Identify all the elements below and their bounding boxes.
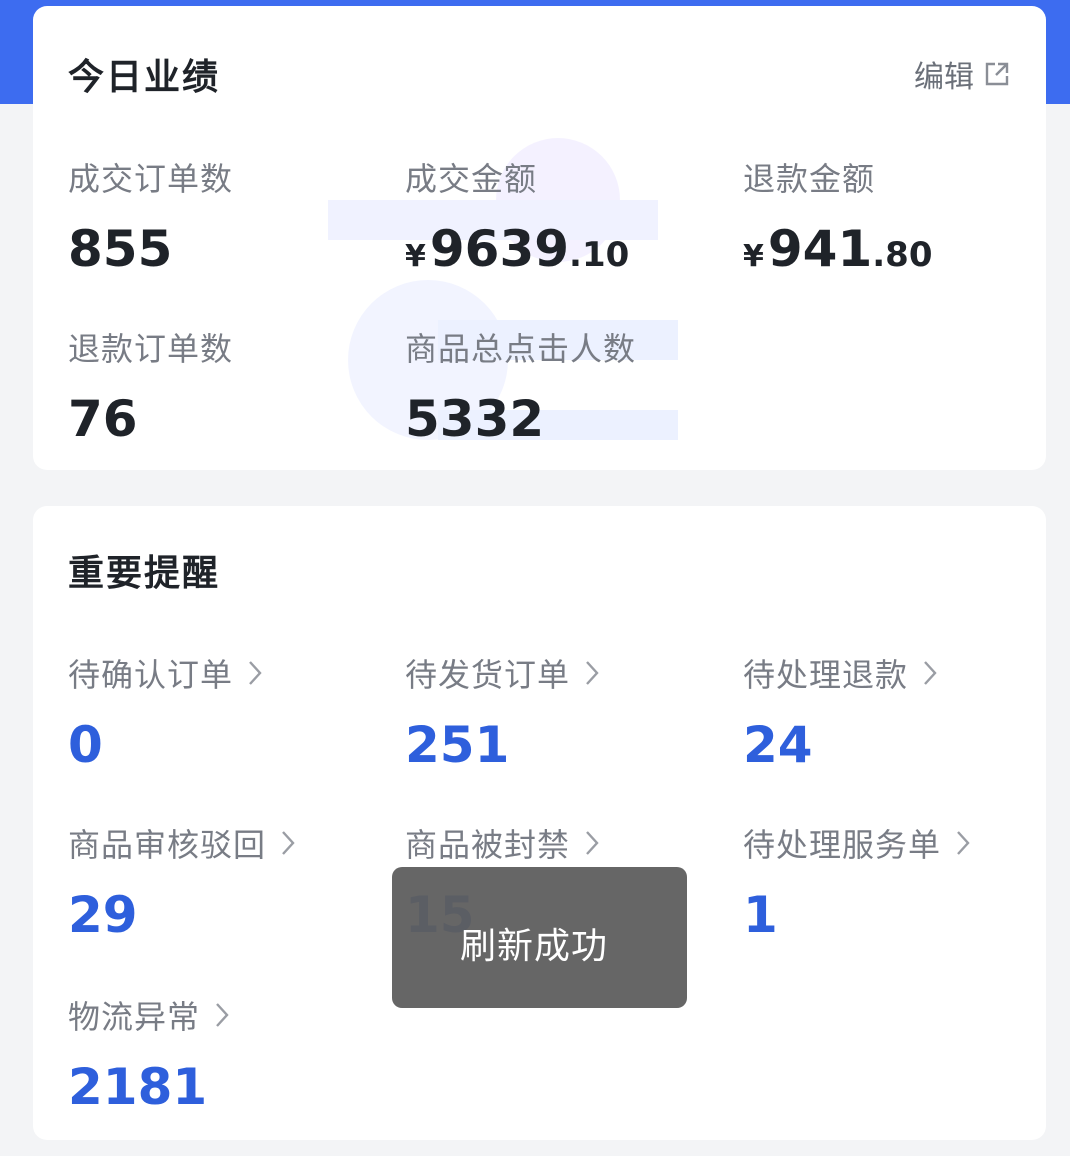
today-title: 今日业绩: [68, 57, 221, 98]
reminder-pending-confirm[interactable]: 待确认订单 0: [68, 650, 263, 770]
reminder-label-row: 待处理服务单: [743, 820, 971, 866]
reminder-value: 24: [743, 716, 813, 774]
amount-decimal: .10: [569, 235, 630, 275]
metric-label: 成交金额: [405, 160, 538, 198]
reminders-title: 重要提醒: [68, 553, 221, 594]
reminder-label: 待发货订单: [405, 656, 571, 694]
reminder-logistics-exception[interactable]: 物流异常 2181: [68, 992, 230, 1112]
reminder-label: 商品审核驳回: [68, 826, 267, 864]
refresh-toast: 刷新成功: [392, 867, 687, 1008]
currency-symbol: ¥: [405, 239, 426, 274]
metric-value: 855: [68, 220, 173, 278]
reminder-label: 物流异常: [68, 998, 201, 1036]
reminder-pending-ship[interactable]: 待发货订单 251: [405, 650, 600, 770]
amount-integer: 941: [767, 220, 873, 278]
edit-label: 编辑: [914, 60, 974, 95]
metric-value: 5332: [405, 390, 545, 448]
reminder-pending-refund[interactable]: 待处理退款 24: [743, 650, 938, 770]
metric-value: ¥941.80: [743, 224, 932, 282]
metric-value: ¥9639.10: [405, 224, 629, 282]
external-edit-icon: [985, 62, 1009, 86]
reminder-value: 1: [743, 886, 778, 944]
chevron-right-icon: [957, 831, 970, 855]
reminder-label-row: 待处理退款: [743, 650, 938, 696]
chevron-right-icon: [282, 831, 295, 855]
metric-refund-orders: 退款订单数 76: [68, 324, 233, 444]
reminder-value: 0: [68, 716, 103, 774]
metric-label: 商品总点击人数: [405, 330, 637, 368]
amount-decimal: .80: [872, 235, 933, 275]
reminder-label: 待处理服务单: [743, 826, 942, 864]
reminder-value: 29: [68, 886, 138, 944]
chevron-right-icon: [586, 831, 599, 855]
metric-refund-amount: 退款金额 ¥941.80: [743, 154, 932, 282]
edit-button[interactable]: 编辑: [914, 52, 1010, 96]
metric-value: 76: [68, 390, 138, 448]
today-performance-card: 今日业绩 编辑 成交订单数 855 成交金额 ¥9639.10 退款金额 ¥94…: [33, 6, 1046, 470]
amount-integer: 9639: [429, 220, 570, 278]
metric-label: 退款订单数: [68, 330, 234, 368]
reminder-label-row: 商品审核驳回: [68, 820, 296, 866]
currency-symbol: ¥: [743, 239, 764, 274]
reminder-label-row: 待确认订单: [68, 650, 263, 696]
reminder-label: 待确认订单: [68, 656, 234, 694]
metric-label: 成交订单数: [68, 160, 234, 198]
reminder-label-row: 待发货订单: [405, 650, 600, 696]
metric-label: 退款金额: [743, 160, 876, 198]
toast-text: 刷新成功: [460, 926, 609, 967]
reminder-review-rejected[interactable]: 商品审核驳回 29: [68, 820, 296, 940]
chevron-right-icon: [216, 1003, 229, 1027]
reminder-label: 待处理退款: [743, 656, 909, 694]
reminder-value: 251: [405, 716, 510, 774]
chevron-right-icon: [924, 661, 937, 685]
metric-deal-amount: 成交金额 ¥9639.10: [405, 154, 629, 282]
reminder-value: 2181: [68, 1058, 208, 1116]
reminder-label: 商品被封禁: [405, 826, 571, 864]
reminder-pending-service[interactable]: 待处理服务单 1: [743, 820, 971, 940]
metric-order-count: 成交订单数 855: [68, 154, 233, 274]
metric-click-users: 商品总点击人数 5332: [405, 324, 636, 444]
reminder-label-row: 商品被封禁: [405, 820, 600, 866]
reminder-label-row: 物流异常: [68, 992, 230, 1038]
chevron-right-icon: [249, 661, 262, 685]
chevron-right-icon: [586, 661, 599, 685]
